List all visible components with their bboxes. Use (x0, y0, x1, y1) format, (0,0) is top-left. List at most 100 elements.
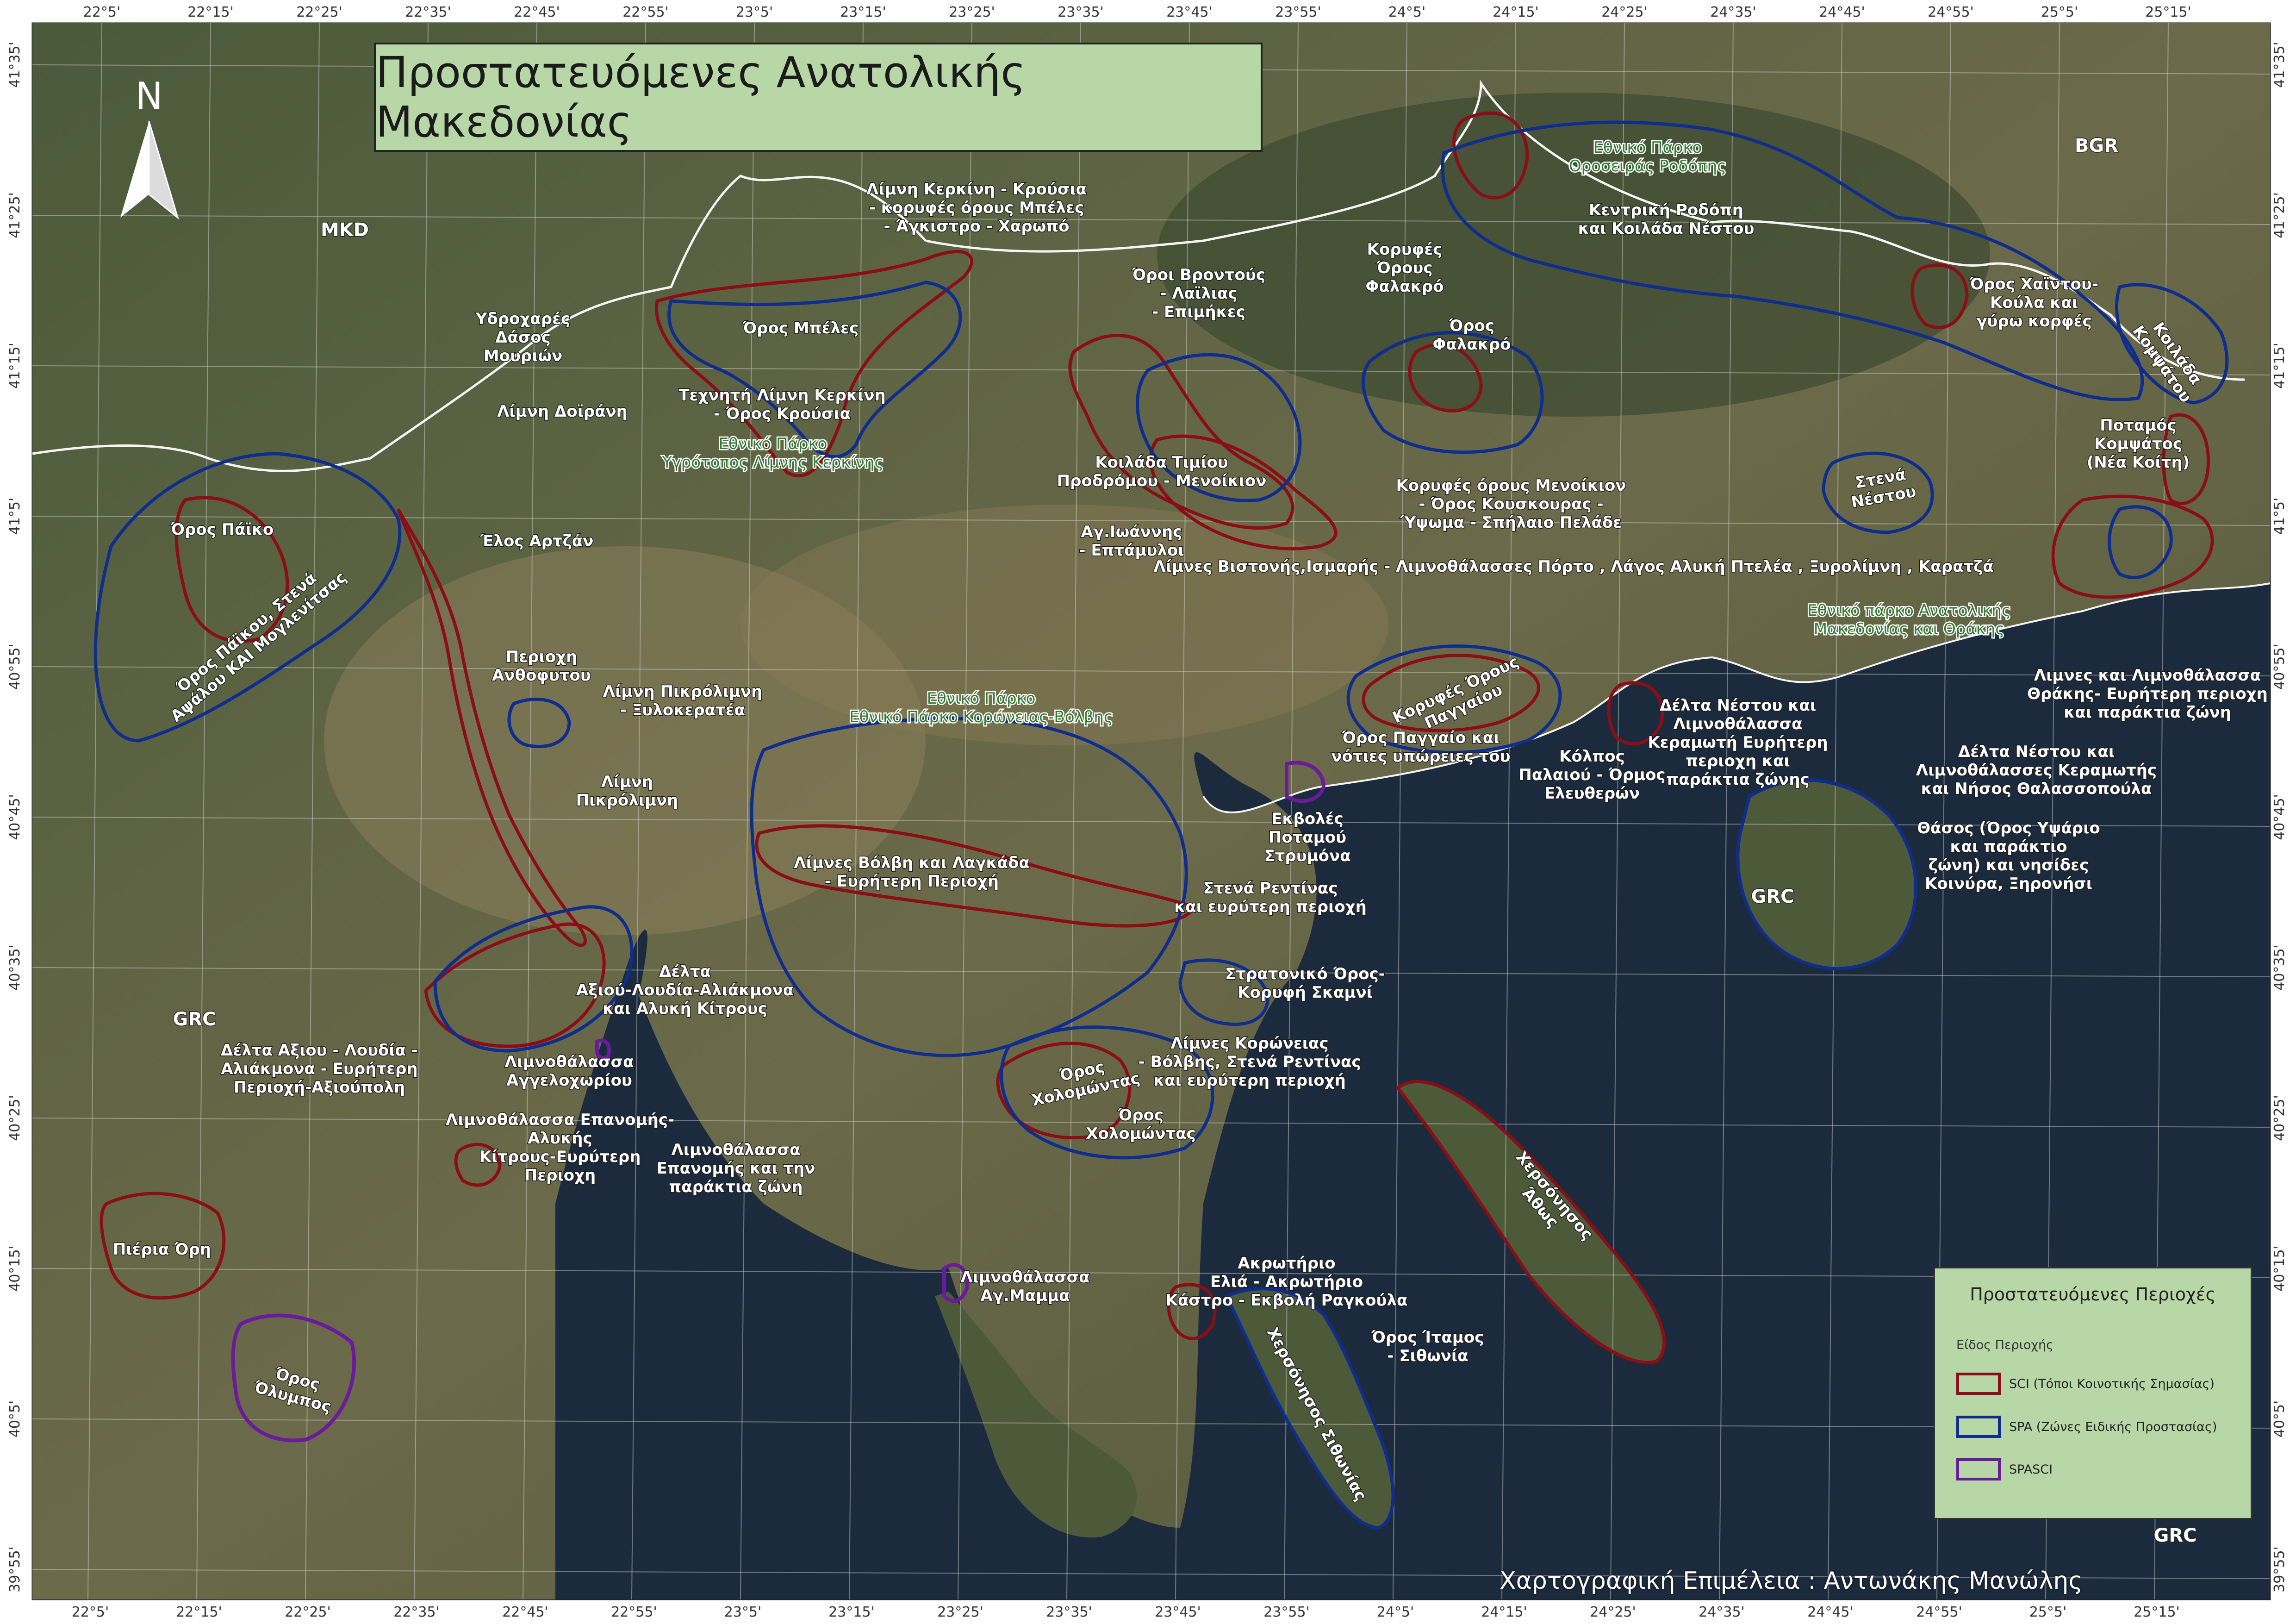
country-label-grc-thasos: GRC (1751, 886, 1794, 907)
area-label-line: Λιμνοθάλασσα (671, 1141, 800, 1159)
area-label-ekvoles-strymona: Εκβολές Ποταμού Στρυμόνα (1264, 810, 1350, 865)
area-label-line: Έλος Αρτζάν (480, 532, 594, 550)
legend-swatch-spasci (1956, 1458, 2001, 1480)
area-label-line: Όρος Χαϊντου- (1969, 275, 2098, 294)
bottom-coords-label: 23°25' (937, 1604, 983, 1620)
area-label-line: Επανομής και την (657, 1159, 815, 1178)
bottom-coords-label: 24°25' (1590, 1604, 1636, 1620)
area-label-doirani: Λίμνη Δοϊράνη (497, 402, 628, 421)
area-label-line: και Νήσος Θαλασσοπούλα (1921, 780, 2152, 798)
area-label-delta-aksiou-eur: Δέλτα Αξιου - Λουδία -Αλιάκμονα - Ευρήτε… (221, 1041, 418, 1097)
area-label-line: Κορυφή Σκαμνί (1238, 983, 1373, 1002)
left-coords-label: 41°35' (7, 42, 23, 88)
area-label-pieria: Πιέρια Όρη (113, 1240, 211, 1259)
country-label-mkd: MKD (321, 219, 369, 241)
area-label-line: (Νέα Κοίτη) (2087, 453, 2190, 472)
area-label-line: Όρους (1376, 259, 1432, 277)
area-label-line: Κάστρο - Εκβολή Ραγκούλα (1166, 1291, 1408, 1310)
area-label-thasos: Θάσος (Όρος Υψάριο και παράκτιο ζώνη) και … (1917, 819, 2100, 893)
right-coords-label: 41°35' (2271, 42, 2288, 88)
area-label-line: Μακεδονίας και Θράκης (1814, 620, 2005, 638)
legend-label-sci: SCI (Τόποι Κοινοτικής Σημασίας) (2009, 1376, 2215, 1391)
legend-item-spasci: SPASCI (1956, 1458, 2053, 1480)
area-label-line: Δέλτα Νέστου και (1660, 696, 1816, 715)
area-label-line: Παλαιού - Όρμος (1518, 766, 1665, 784)
area-label-line: Ακρωτήριο (1238, 1254, 1335, 1273)
area-label-pikrolimni-ksylo: Λίμνη Πικρόλιμνη - Ξυλοκερατέα (603, 682, 762, 719)
area-label-line: Φαλακρό (1433, 335, 1511, 354)
area-label-line: Προδρόμου - Μενοίκιον (1057, 472, 1267, 490)
legend-title: Προστατευόμενες Περιοχές (1970, 1284, 2216, 1305)
top-coords-label: 22°5' (83, 4, 121, 20)
area-label-line: Όρος (1449, 317, 1494, 335)
top-coords-label: 24°45' (1819, 4, 1865, 20)
bottom-coords-label: 24°35' (1699, 1604, 1745, 1620)
area-label-line: Αγ.Ιωάννης (1081, 523, 1182, 541)
area-label-potamos-kompsatos: Ποταμός Κομψάτος (Νέα Κοίτη) (2087, 416, 2190, 472)
right-coords-label: 41°5' (2271, 498, 2288, 535)
area-label-ag-ioannis: Αγ.Ιωάννης - Επτάμυλοι (1079, 523, 1184, 560)
top-coords-label: 24°25' (1601, 4, 1648, 20)
area-label-line: - Όρος Κρούσια (714, 405, 851, 423)
legend-label-spa: SPA (Ζώνες Ειδικής Προστασίας) (2009, 1419, 2217, 1434)
left-coordinate-labels: 41°35' 41°25' 41°15' 41°5' 40°55' 40°45' 40°35… (7, 42, 23, 1593)
area-label-line: - Σιθωνία (1387, 1347, 1468, 1365)
area-label-anthofytou: Περιοχη Ανθοφυτου (492, 648, 591, 685)
top-coords-label: 23°35' (1058, 4, 1104, 20)
area-label-line: Αλιάκμονα - Ευρήτερη (221, 1060, 417, 1078)
area-label-line: Θάσος (Όρος Υψάριο (1917, 819, 2100, 837)
area-label-line: Ανθοφυτου (492, 666, 591, 685)
area-label-line: Κούλα και (1990, 294, 2078, 312)
area-label-line: Κορυφές όρους Μενοίκιον (1396, 476, 1626, 495)
area-label-line: Κίτρους-Ευρύτερη (479, 1148, 641, 1166)
legend-item-sci: SCI (Τόποι Κοινοτικής Σημασίας) (1956, 1373, 2215, 1395)
bottom-coords-label: 22°25' (285, 1604, 331, 1620)
area-label-line: Στενά Ρεντίνας (1203, 879, 1338, 898)
area-label-line: Αγ.Μαμμα (981, 1287, 1070, 1305)
area-label-line: Ποταμού (1269, 828, 1346, 847)
area-label-oros-beles: Όρος Μπέλες (742, 319, 859, 337)
bottom-coords-label: 24°45' (1807, 1604, 1854, 1620)
area-label-line: Εκβολές (1271, 810, 1344, 828)
right-coords-label: 41°25' (2271, 192, 2288, 238)
area-label-aggeloxoriou: Λιμνοθάλασσα Αγγελοχωρίου (504, 1053, 634, 1090)
bottom-coords-label: 23°5' (724, 1604, 762, 1620)
left-coords-label: 41°15' (7, 343, 23, 389)
top-coords-label: 23°55' (1275, 4, 1321, 20)
area-label-np-am-thrakis: Εθνικό πάρκο Ανατολικής Μακεδονίας και Θρ… (1807, 601, 2011, 638)
area-label-line: - Επιμήκες (1152, 303, 1245, 321)
area-label-line: Τεχνητή Λίμνη Κερκίνη (678, 386, 885, 405)
area-label-oros-paggaio: Όρος Παγγαίο και νότιες υπώρειες του (1331, 729, 1510, 766)
area-label-line: Εθνικό Πάρκο (1593, 138, 1702, 157)
area-label-line: Λίμνη Κερκίνη - Κρούσια (866, 180, 1087, 199)
area-label-line: Ύψωμα - Σπήλαιο Πελάδε (1400, 513, 1622, 532)
legend-label-spasci: SPASCI (2009, 1462, 2053, 1477)
country-label-bgr: BGR (2075, 135, 2118, 156)
top-coords-label: 24°15' (1493, 4, 1539, 20)
area-label-line: Λιμνοθάλασσα (1673, 715, 1802, 733)
bottom-coords-label: 22°55' (611, 1604, 657, 1620)
area-label-line: και Κοιλάδα Νέστου (1578, 219, 1755, 238)
bottom-coords-label: 23°35' (1046, 1604, 1092, 1620)
area-label-kerkini-krousia: Λίμνη Κερκίνη - Κρούσια - κορυφές όρους Μ… (866, 180, 1087, 236)
left-coords-label: 39°55' (7, 1546, 23, 1593)
area-label-line: - Ξυλοκερατέα (620, 701, 745, 719)
area-label-line: - Λαϊλιας (1160, 284, 1237, 303)
area-label-elos-artzan: Έλος Αρτζάν (480, 532, 594, 550)
area-label-line: Όρος Ίταμος (1371, 1328, 1484, 1347)
legend-subtitle: Είδος Περιοχής (1956, 1338, 2053, 1352)
area-label-line: Στρατονικό Όρος- (1225, 965, 1385, 983)
top-coords-label: 23°25' (949, 4, 995, 20)
area-label-line: Πιέρια Όρη (113, 1240, 211, 1259)
area-label-stratoniko: Στρατονικό Όρος-Κορυφή Σκαμνί (1225, 965, 1385, 1002)
area-label-line: - κορυφές όρους Μπέλες (869, 199, 1084, 217)
area-label-line: Λιμνοθάλασσα (960, 1268, 1089, 1287)
left-coords-label: 40°45' (7, 794, 23, 840)
right-coords-label: 40°15' (2271, 1245, 2288, 1292)
top-coords-label: 24°5' (1388, 4, 1426, 20)
left-coords-label: 40°35' (7, 944, 23, 991)
legend-panel: Προστατευόμενες Περιοχές Είδος Περιοχής … (1934, 1267, 2252, 1519)
area-label-vistonidas: Λίμνες Βιστονής,Ισμαρής - Λιμνοθάλασσες … (1153, 557, 1993, 576)
bottom-coords-label: 24°5' (1377, 1604, 1414, 1620)
area-label-line: Όρος Παγγαίο και (1342, 729, 1500, 747)
